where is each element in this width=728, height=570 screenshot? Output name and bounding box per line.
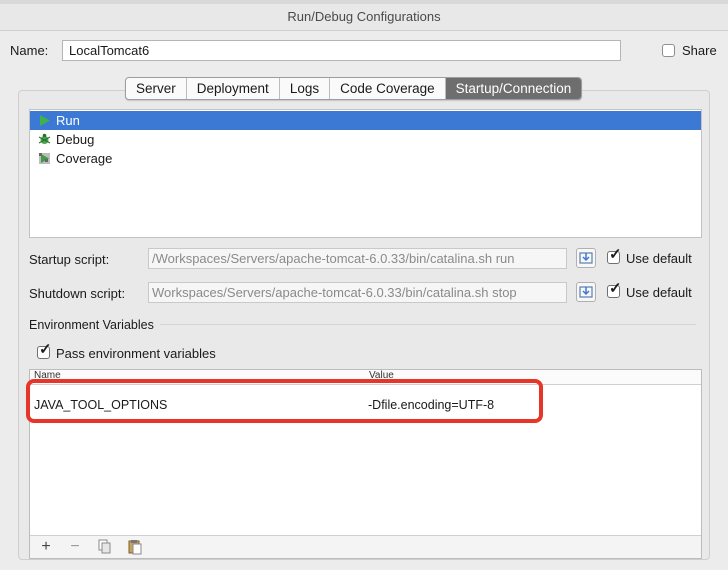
- env-section-label: Environment Variables: [29, 318, 154, 332]
- share-checkbox[interactable]: [662, 44, 675, 57]
- mode-item-run[interactable]: Run: [30, 111, 701, 130]
- tab-bar: Server Deployment Logs Code Coverage Sta…: [125, 77, 583, 100]
- tab-server[interactable]: Server: [126, 78, 187, 99]
- startup-script-field[interactable]: /Workspaces/Servers/apache-tomcat-6.0.33…: [148, 248, 567, 269]
- annotation-highlight-box: [26, 379, 543, 423]
- share-label: Share: [682, 43, 717, 58]
- browse-shutdown-button[interactable]: [576, 282, 596, 302]
- remove-button[interactable]: −: [61, 537, 89, 557]
- window-title: Run/Debug Configurations: [0, 4, 728, 31]
- shutdown-use-default-label: Use default: [626, 285, 692, 300]
- coverage-icon: [39, 153, 50, 164]
- name-label: Name:: [10, 43, 49, 58]
- shutdown-use-default-checkbox[interactable]: ✓: [607, 281, 622, 298]
- tab-deployment[interactable]: Deployment: [187, 78, 280, 99]
- copy-icon: [98, 539, 111, 554]
- mode-label: Run: [56, 113, 80, 128]
- startup-script-label: Startup script:: [29, 252, 110, 267]
- startup-use-default-checkbox[interactable]: ✓: [607, 247, 622, 264]
- add-button[interactable]: +: [32, 537, 60, 557]
- browse-icon: [579, 252, 593, 264]
- section-divider: [160, 324, 696, 325]
- mode-item-coverage[interactable]: Coverage: [30, 149, 701, 168]
- tab-startup-connection[interactable]: Startup/Connection: [445, 78, 582, 99]
- mode-label: Coverage: [56, 151, 113, 166]
- mode-label: Debug: [56, 132, 95, 147]
- debug-icon: [38, 133, 51, 144]
- run-icon: [40, 115, 50, 126]
- paste-icon: [128, 540, 142, 555]
- paste-button[interactable]: [121, 537, 149, 557]
- shutdown-script-field[interactable]: Workspaces/Servers/apache-tomcat-6.0.33/…: [148, 282, 567, 303]
- copy-button[interactable]: [91, 537, 119, 557]
- startup-use-default-label: Use default: [626, 251, 692, 266]
- browse-icon: [579, 286, 593, 298]
- shutdown-script-label: Shutdown script:: [29, 286, 126, 301]
- pass-env-checkbox[interactable]: ✓: [37, 342, 52, 359]
- mode-list: Run Debug Coverage: [29, 109, 702, 238]
- tab-code-coverage[interactable]: Code Coverage: [330, 78, 446, 99]
- table-toolbar: + −: [30, 535, 701, 558]
- mode-item-debug[interactable]: Debug: [30, 130, 701, 149]
- tab-logs[interactable]: Logs: [280, 78, 331, 99]
- browse-startup-button[interactable]: [576, 248, 596, 268]
- name-field[interactable]: LocalTomcat6: [62, 40, 621, 61]
- pass-env-label: Pass environment variables: [56, 346, 216, 361]
